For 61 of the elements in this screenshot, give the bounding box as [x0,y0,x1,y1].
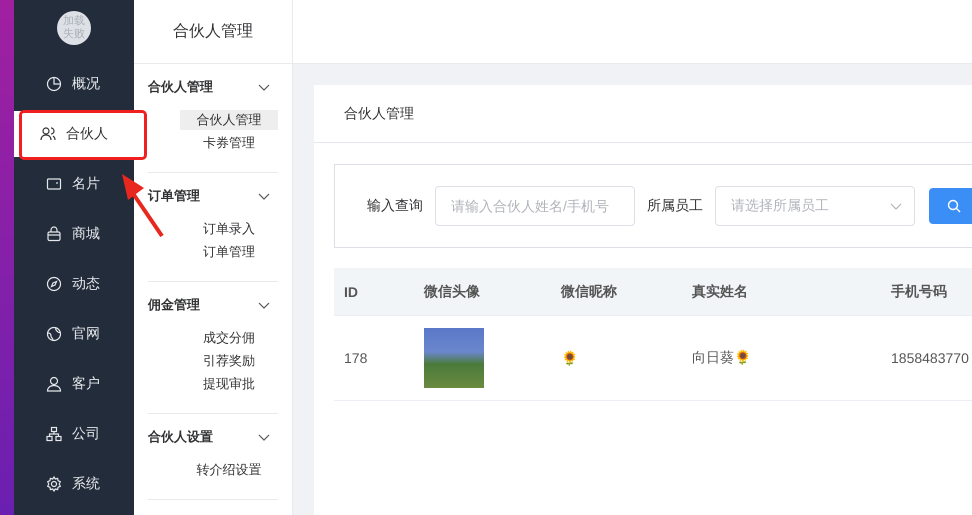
nav-label: 公司 [72,425,100,443]
nav-label: 动态 [72,275,100,293]
org-chart-icon [46,426,62,442]
search-field[interactable]: 请输入合伙人姓名/手机号 [435,186,635,226]
settings-icon [46,476,62,492]
nav-label: 官网 [72,325,100,343]
user-icon [46,376,62,392]
submenu-item[interactable]: 合伙人管理 [180,110,278,130]
column-header: 真实姓名 [692,282,749,300]
wallet-icon [46,176,62,192]
nav-label: 名片 [72,175,100,193]
nav-item[interactable]: 合伙人 [14,111,134,157]
nav-label: 客户 [72,375,100,393]
card-title: 合伙人管理 [344,104,414,122]
column-header: ID [344,284,359,300]
search-icon [947,199,961,213]
chevron-down-icon [258,84,270,90]
submenu-item[interactable]: 转介绍设置 [180,460,278,480]
nav-item[interactable]: 商城 [14,209,110,259]
table-cell-text: 178 [344,350,368,366]
submenu-item[interactable]: 订单管理 [180,242,278,262]
photo-placeholder [424,328,484,388]
column-header: 微信昵称 [561,282,618,300]
group-title[interactable]: 合伙人设置 [148,428,213,446]
table-cell-text: 向日葵🌻 [692,349,752,367]
nav-item[interactable]: 名片 [14,159,110,209]
query-label: 输入查询 [367,197,423,215]
compass-icon [46,276,62,292]
nav-item[interactable]: 客户 [14,359,110,409]
submenu-item[interactable]: 引荐奖励 [180,351,278,371]
nav-item[interactable]: 概况 [14,59,110,109]
chevron-down-icon [258,302,270,308]
nav-label: 合伙人 [66,125,108,143]
chevron-down-icon [258,434,270,440]
search-button[interactable] [929,188,972,224]
table-cell-text: 🌻 [561,350,579,366]
submenu-item[interactable]: 提现审批 [180,374,278,394]
nav-item[interactable]: 官网 [14,309,110,359]
chevron-down-icon [890,202,902,210]
nav-label: 商城 [72,225,100,243]
chevron-down-icon [258,192,270,200]
users-icon [40,126,56,142]
globe-icon [46,326,62,342]
staff-label: 所属员工 [647,197,703,215]
nav-item[interactable]: 动态 [14,259,110,309]
submenu-item[interactable]: 卡券管理 [180,133,278,153]
submenu-item[interactable]: 成交分佣 [180,328,278,348]
submenu-item[interactable]: 订单录入 [180,219,278,239]
nav-item[interactable]: 公司 [14,409,110,459]
bag-icon [46,226,62,242]
group-title[interactable]: 合伙人管理 [148,78,213,96]
nav-label: 概况 [72,75,100,93]
column-header: 微信头像 [424,282,481,300]
group-title[interactable]: 佣金管理 [148,296,200,314]
table-cell-text: 1858483770 [891,350,970,366]
nav-label: 系统 [72,475,100,493]
nav-item[interactable]: 系统 [14,459,110,509]
column-header: 手机号码 [891,282,948,300]
pie-chart-icon [46,76,62,92]
group-title[interactable]: 订单管理 [148,187,200,205]
submenu-title: 合伙人管理 [134,0,292,64]
